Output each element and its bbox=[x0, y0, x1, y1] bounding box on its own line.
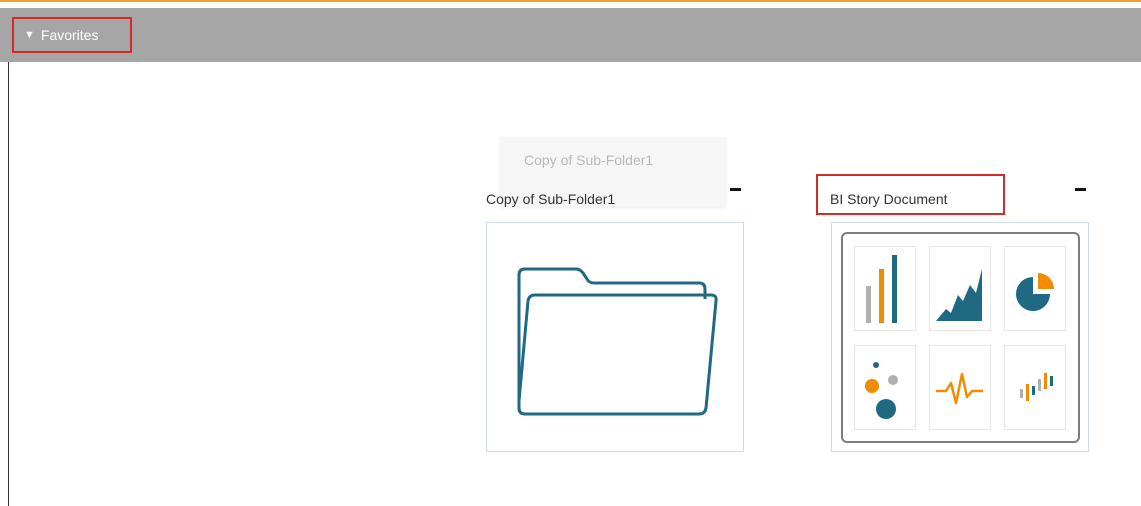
bi-story-card[interactable] bbox=[831, 222, 1089, 452]
bar-chart-tile bbox=[854, 246, 916, 331]
column-chart-icon bbox=[1020, 373, 1053, 401]
caret-down-icon: ▼ bbox=[24, 29, 35, 41]
folder-title: Copy of Sub-Folder1 bbox=[486, 191, 616, 207]
area-chart-tile bbox=[929, 246, 991, 331]
top-accent-line bbox=[0, 0, 1141, 2]
favorites-label: Favorites bbox=[40, 27, 99, 43]
favorites-bar: ▼ Favorites bbox=[0, 8, 1141, 62]
drag-ghost-text: Copy of Sub-Folder1 bbox=[524, 152, 654, 168]
bubble-chart-tile bbox=[854, 345, 916, 430]
column-chart-tile bbox=[1004, 345, 1066, 430]
bi-story-document-icon bbox=[841, 232, 1080, 443]
pie-chart-icon bbox=[1016, 273, 1054, 311]
line-chart-tile bbox=[929, 345, 991, 430]
pie-chart-tile bbox=[1004, 246, 1066, 331]
remove-favorite-button[interactable] bbox=[1075, 188, 1086, 191]
area-chart-icon bbox=[936, 269, 982, 321]
content-left-border bbox=[8, 62, 9, 506]
folder-card[interactable] bbox=[486, 222, 744, 452]
folder-icon bbox=[517, 267, 718, 416]
remove-favorite-button[interactable] bbox=[730, 188, 741, 191]
bi-story-title: BI Story Document bbox=[830, 191, 948, 207]
bubble-chart-icon bbox=[865, 362, 898, 419]
favorites-toggle[interactable]: ▼ Favorites bbox=[12, 17, 132, 53]
bar-chart-icon bbox=[866, 255, 897, 323]
pulse-line-icon bbox=[936, 372, 983, 405]
